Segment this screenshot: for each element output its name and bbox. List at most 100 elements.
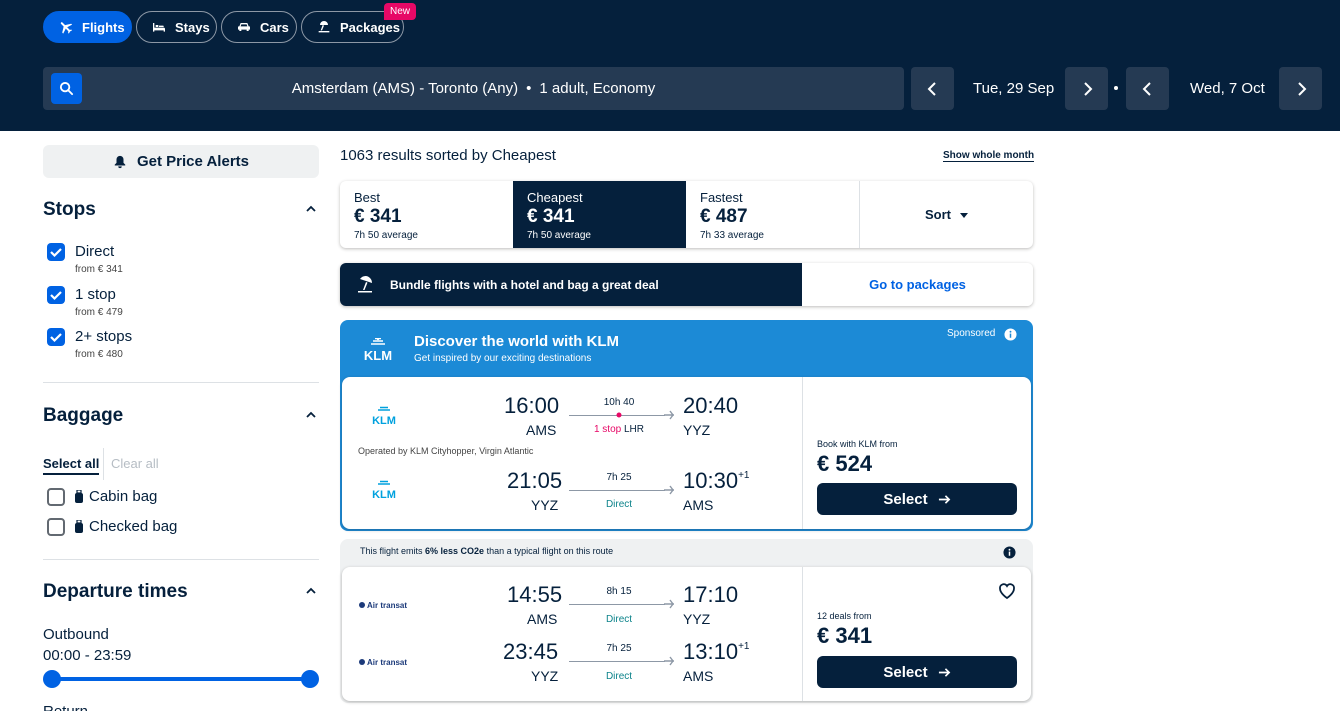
checkbox-1-stop[interactable] bbox=[47, 286, 65, 304]
card-divider bbox=[802, 567, 803, 701]
klm-logo: KLM bbox=[364, 338, 392, 362]
route-line bbox=[569, 661, 665, 662]
sponsored-label: Sponsored bbox=[947, 328, 996, 339]
plane-icon bbox=[664, 656, 674, 666]
bag-option-label: Cabin bag bbox=[89, 488, 158, 505]
baggage-title: Baggage bbox=[43, 405, 124, 426]
stop-option-label: 1 stop bbox=[75, 286, 116, 303]
tab-cars[interactable]: Cars bbox=[221, 11, 297, 43]
return-prev-button[interactable] bbox=[1126, 67, 1169, 110]
arrow-right-icon bbox=[938, 494, 950, 504]
chevron-up-icon[interactable] bbox=[305, 585, 317, 597]
tab-flights[interactable]: Flights bbox=[43, 11, 132, 43]
chevron-up-icon[interactable] bbox=[305, 203, 317, 215]
arrival-time: 20:40 bbox=[683, 393, 739, 418]
travellers-text: 1 adult, Economy bbox=[539, 80, 656, 97]
outbound-slider-min-handle[interactable] bbox=[43, 670, 61, 688]
sort-tab-cheapest[interactable]: Cheapest € 341 7h 50 average bbox=[513, 181, 686, 248]
search-button[interactable] bbox=[51, 73, 82, 104]
check-icon bbox=[50, 248, 62, 258]
package-icon bbox=[318, 21, 330, 33]
price: € 524 bbox=[817, 451, 873, 476]
tab-stays[interactable]: Stays bbox=[136, 11, 217, 43]
arrival-time: 13:10+1 bbox=[683, 639, 750, 664]
operated-by: Operated by KLM Cityhopper, Virgin Atlan… bbox=[358, 446, 534, 456]
stops-info: Direct bbox=[605, 499, 633, 510]
arrival-airport: AMS bbox=[683, 497, 714, 513]
checkbox-checked-bag[interactable] bbox=[47, 518, 65, 536]
outbound-range: 00:00 - 23:59 bbox=[43, 647, 132, 664]
chevron-left-icon bbox=[1142, 81, 1151, 96]
sponsor-subtitle: Get inspired by our exciting destination… bbox=[414, 353, 592, 364]
sort-tabs: Best € 341 7h 50 average Cheapest € 341 … bbox=[340, 181, 1033, 248]
svg-text:KLM: KLM bbox=[372, 489, 396, 501]
return-next-button[interactable] bbox=[1279, 67, 1322, 110]
price-caption: Book with KLM from bbox=[817, 439, 898, 449]
arrival-time: 17:10 bbox=[683, 582, 739, 607]
departure-airport: AMS bbox=[526, 422, 557, 438]
show-whole-month-link[interactable]: Show whole month bbox=[943, 150, 1035, 162]
info-icon[interactable] bbox=[1003, 546, 1016, 559]
beach-umbrella-icon bbox=[358, 275, 373, 293]
sort-tab-best[interactable]: Best € 341 7h 50 average bbox=[340, 181, 513, 248]
checkbox-cabin-bag[interactable] bbox=[47, 488, 65, 506]
departure-airport: YYZ bbox=[531, 497, 559, 513]
route-text: Amsterdam (AMS) - Toronto (Any) bbox=[291, 80, 519, 97]
outbound-slider-max-handle[interactable] bbox=[301, 670, 319, 688]
flight-result-air-transat: This flight emits 6% less CO2e than a ty… bbox=[340, 539, 1033, 703]
select-button[interactable]: Select bbox=[817, 483, 1017, 515]
sponsor-title: Discover the world with KLM bbox=[414, 333, 620, 350]
return-date[interactable]: Wed, 7 Oct bbox=[1190, 67, 1265, 110]
air-transat-logo: Air transat bbox=[359, 658, 407, 667]
link-separator bbox=[103, 448, 104, 480]
price: € 341 bbox=[817, 623, 873, 648]
checkbox-direct[interactable] bbox=[47, 243, 65, 261]
sponsored-ad[interactable]: KLM Discover the world with KLM Get insp… bbox=[340, 320, 1033, 531]
flight-duration: 10h 40 bbox=[603, 397, 635, 408]
departure-airport: AMS bbox=[527, 611, 558, 627]
sort-dropdown[interactable]: Sort bbox=[925, 207, 969, 222]
stops-info: Direct bbox=[605, 614, 633, 625]
plane-icon bbox=[664, 485, 674, 495]
search-summary-bar[interactable]: Amsterdam (AMS) - Toronto (Any) • 1 adul… bbox=[43, 67, 904, 110]
return-label: Return bbox=[43, 703, 88, 711]
stop-option-label: 2+ stops bbox=[75, 328, 133, 345]
card-divider bbox=[802, 377, 803, 529]
section-divider bbox=[43, 559, 319, 560]
stops-info: Direct bbox=[605, 671, 633, 682]
stop-option-price: from € 480 bbox=[75, 349, 123, 360]
arrow-right-icon bbox=[938, 667, 950, 677]
chevron-left-icon bbox=[927, 81, 936, 96]
go-to-packages-button[interactable]: Go to packages bbox=[802, 263, 1033, 306]
flight-duration: 7h 25 bbox=[606, 472, 632, 483]
flight-card-air-transat[interactable]: Air transat 14:55 AMS 8h 15 Direct 17:10… bbox=[342, 567, 1031, 701]
bundle-banner: Bundle flights with a hotel and bag a gr… bbox=[340, 263, 1033, 306]
stop-option-price: from € 479 bbox=[75, 307, 123, 318]
outbound-label: Outbound bbox=[43, 626, 109, 643]
chevron-up-icon[interactable] bbox=[305, 409, 317, 421]
select-all-link[interactable]: Select all bbox=[43, 456, 100, 475]
depart-prev-button[interactable] bbox=[911, 67, 954, 110]
clear-all-link[interactable]: Clear all bbox=[111, 456, 159, 471]
info-icon[interactable] bbox=[1004, 328, 1017, 341]
section-divider bbox=[43, 382, 319, 383]
outbound-slider-track[interactable] bbox=[52, 677, 310, 681]
select-button[interactable]: Select bbox=[817, 656, 1017, 688]
sort-tab-fastest[interactable]: Fastest € 487 7h 33 average bbox=[686, 181, 859, 248]
bundle-text-area: Bundle flights with a hotel and bag a gr… bbox=[340, 263, 802, 306]
departure-time: 14:55 bbox=[507, 582, 563, 607]
stop-option-price: from € 341 bbox=[75, 264, 123, 275]
heart-icon[interactable] bbox=[997, 581, 1017, 601]
car-icon bbox=[238, 23, 250, 31]
svg-text:Air transat: Air transat bbox=[367, 601, 407, 610]
co2-notice: This flight emits 6% less CO2e than a ty… bbox=[360, 546, 614, 556]
checkbox-2plus-stops[interactable] bbox=[47, 328, 65, 346]
flight-card-klm[interactable]: KLM 16:00 AMS 10h 40 1 stop LHR 20:40 YY… bbox=[342, 377, 1031, 529]
depart-next-button[interactable] bbox=[1065, 67, 1108, 110]
price-alerts-button[interactable]: Get Price Alerts bbox=[43, 145, 319, 178]
stops-info: 1 stop LHR bbox=[593, 424, 645, 435]
depart-date[interactable]: Tue, 29 Sep bbox=[973, 67, 1054, 110]
stop-dot bbox=[616, 412, 622, 418]
svg-text:KLM: KLM bbox=[372, 415, 396, 427]
flight-duration: 7h 25 bbox=[606, 643, 632, 654]
